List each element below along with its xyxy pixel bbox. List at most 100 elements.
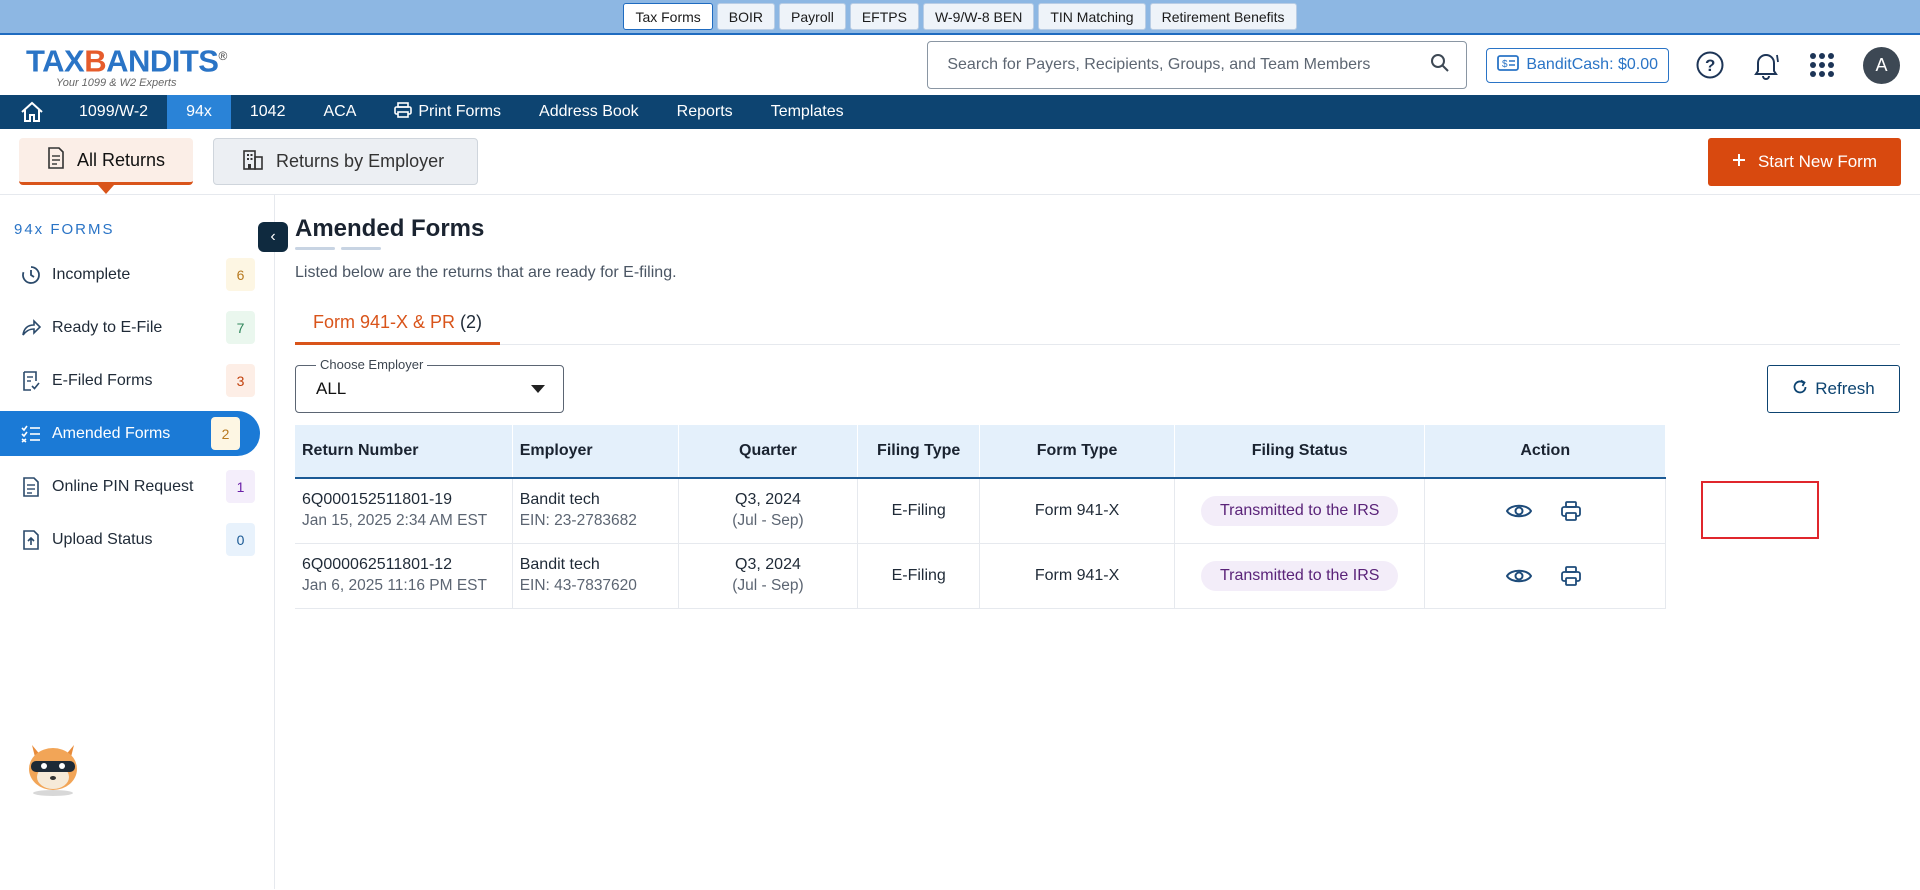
apps-grid-icon[interactable]: [1807, 50, 1837, 80]
list-edit-icon: [20, 423, 42, 445]
employer-name: Bandit tech: [519, 556, 600, 573]
banditcash-button[interactable]: $ BanditCash: $0.00: [1486, 47, 1669, 83]
logo-brand-right: ANDITS: [106, 43, 219, 79]
sidebar-item-efiled-forms[interactable]: E-Filed Forms 3: [0, 358, 274, 403]
product-tab-tin-matching[interactable]: TIN Matching: [1038, 3, 1146, 30]
sidebar-item-upload-status[interactable]: Upload Status 0: [0, 517, 274, 562]
search-icon[interactable]: [1430, 53, 1450, 78]
svg-text:?: ?: [1705, 56, 1715, 75]
tab-all-returns[interactable]: All Returns: [19, 138, 194, 194]
logo-brand-left: TAX: [26, 43, 85, 79]
start-new-form-button[interactable]: Start New Form: [1707, 137, 1901, 186]
quarter: Q3, 2024: [735, 491, 801, 509]
nav-templates[interactable]: Templates: [752, 95, 863, 129]
product-tab-retirement-benefits[interactable]: Retirement Benefits: [1149, 3, 1297, 30]
eye-icon[interactable]: [1506, 563, 1533, 589]
taxbandits-logo[interactable]: TAXBANDITS® Your 1099 & W2 Experts: [26, 41, 227, 89]
nav-reports[interactable]: Reports: [658, 95, 752, 129]
product-tab-w9-w8ben[interactable]: W-9/W-8 BEN: [922, 3, 1035, 30]
sidebar-item-online-pin-request[interactable]: Online PIN Request 1: [0, 464, 274, 509]
quarter-range: (Jul - Sep): [732, 577, 804, 594]
choose-employer-label: Choose Employer: [316, 357, 428, 372]
nav-aca[interactable]: ACA: [304, 95, 375, 129]
sidebar-item-amended-forms[interactable]: Amended Forms 2: [0, 411, 260, 456]
count-badge: 7: [226, 311, 255, 344]
filing-type: E-Filing: [857, 543, 981, 609]
column-header-quarter[interactable]: Quarter: [678, 425, 859, 478]
count-badge: 6: [226, 258, 255, 291]
bell-icon[interactable]: [1751, 50, 1781, 80]
filing-type: E-Filing: [857, 478, 981, 544]
nav-print-forms[interactable]: Print Forms: [375, 95, 520, 129]
sidebar-item-label: Incomplete: [52, 265, 131, 283]
user-avatar[interactable]: A: [1863, 46, 1900, 84]
start-new-form-label: Start New Form: [1757, 151, 1877, 171]
printer-icon[interactable]: [1558, 498, 1584, 524]
page-title: Amended Forms: [295, 215, 485, 242]
sidebar-item-label: Ready to E-File: [52, 318, 163, 336]
employer-name: Bandit tech: [519, 491, 600, 509]
upload-icon: [20, 529, 42, 551]
sidebar-item-incomplete[interactable]: Incomplete 6: [0, 252, 274, 297]
logo-registered-mark: ®: [218, 49, 227, 64]
returns-subheader: All Returns Returns by Employer Start Ne…: [0, 129, 1920, 195]
refresh-label: Refresh: [1815, 379, 1875, 398]
sidebar-item-label: Upload Status: [52, 530, 153, 548]
return-date: Jan 15, 2025 2:34 AM EST: [302, 512, 488, 530]
column-header-form-type[interactable]: Form Type: [979, 425, 1175, 478]
column-header-employer[interactable]: Employer: [512, 425, 679, 478]
column-header-return-number[interactable]: Return Number: [295, 425, 513, 478]
tab-form-941x-pr-label: Form 941-X & PR: [313, 311, 456, 332]
product-tab-tax-forms[interactable]: Tax Forms: [623, 3, 713, 30]
clock-icon: [20, 264, 42, 286]
form-type: Form 941-X: [979, 543, 1175, 609]
nav-94x[interactable]: 94x: [167, 95, 231, 129]
home-icon[interactable]: [14, 95, 60, 129]
form-tabs: Form 941-X & PR (2): [295, 302, 1900, 345]
building-icon: [242, 148, 264, 175]
nav-print-forms-label: Print Forms: [418, 103, 502, 120]
app-header: TAXBANDITS® Your 1099 & W2 Experts $ Ban…: [0, 35, 1920, 95]
owl-b-mark: B: [84, 43, 107, 79]
sidebar-item-ready-to-efile[interactable]: Ready to E-File 7: [0, 305, 274, 350]
product-tab-eftps[interactable]: EFTPS: [849, 3, 919, 30]
count-badge: 1: [226, 470, 255, 503]
quarter-range: (Jul - Sep): [732, 512, 804, 530]
refresh-button[interactable]: Refresh: [1767, 365, 1900, 413]
eye-icon[interactable]: [1506, 498, 1533, 524]
quarter: Q3, 2024: [735, 556, 801, 573]
tab-returns-by-employer[interactable]: Returns by Employer: [213, 138, 479, 185]
choose-employer-value: ALL: [316, 379, 347, 398]
tab-form-count: (2): [460, 311, 483, 332]
table-header-row: Return Number Employer Quarter Filing Ty…: [295, 425, 1666, 478]
returns-table: Return Number Employer Quarter Filing Ty…: [295, 425, 1666, 609]
printer-icon: [394, 101, 413, 123]
column-header-filing-type[interactable]: Filing Type: [857, 425, 981, 478]
nav-1042[interactable]: 1042: [231, 95, 305, 129]
printer-icon[interactable]: [1558, 563, 1584, 589]
chevron-left-icon[interactable]: ‹: [258, 222, 288, 252]
global-search-input[interactable]: [947, 56, 1431, 74]
document-icon: [47, 146, 65, 174]
svg-text:$: $: [1502, 59, 1508, 70]
return-number: 6Q000062511801-12: [302, 556, 453, 573]
column-header-action: Action: [1424, 425, 1666, 478]
mascot-icon[interactable]: [22, 737, 84, 797]
main-nav: 1099/W-2 94x 1042 ACA Print Forms Addres…: [0, 95, 1920, 129]
help-icon[interactable]: ?: [1695, 50, 1725, 80]
logo-tagline: Your 1099 & W2 Experts: [56, 76, 177, 89]
count-badge: 2: [211, 417, 240, 450]
product-tab-boir[interactable]: BOIR: [716, 3, 776, 30]
tab-returns-by-employer-label: Returns by Employer: [276, 151, 445, 171]
nav-address-book[interactable]: Address Book: [520, 95, 658, 129]
choose-employer-select[interactable]: Choose Employer ALL: [295, 357, 564, 413]
nav-1099-w2[interactable]: 1099/W-2: [60, 95, 167, 129]
plus-icon: [1732, 152, 1746, 172]
table-row: 6Q000062511801-12 Jan 6, 2025 11:16 PM E…: [295, 543, 1666, 609]
tab-form-941x-pr[interactable]: Form 941-X & PR (2): [295, 302, 501, 345]
title-underline: [295, 247, 1900, 250]
pin-document-icon: [20, 476, 42, 498]
caret-down-icon: [531, 385, 545, 393]
product-tab-payroll[interactable]: Payroll: [779, 3, 846, 30]
column-header-filing-status[interactable]: Filing Status: [1174, 425, 1426, 478]
